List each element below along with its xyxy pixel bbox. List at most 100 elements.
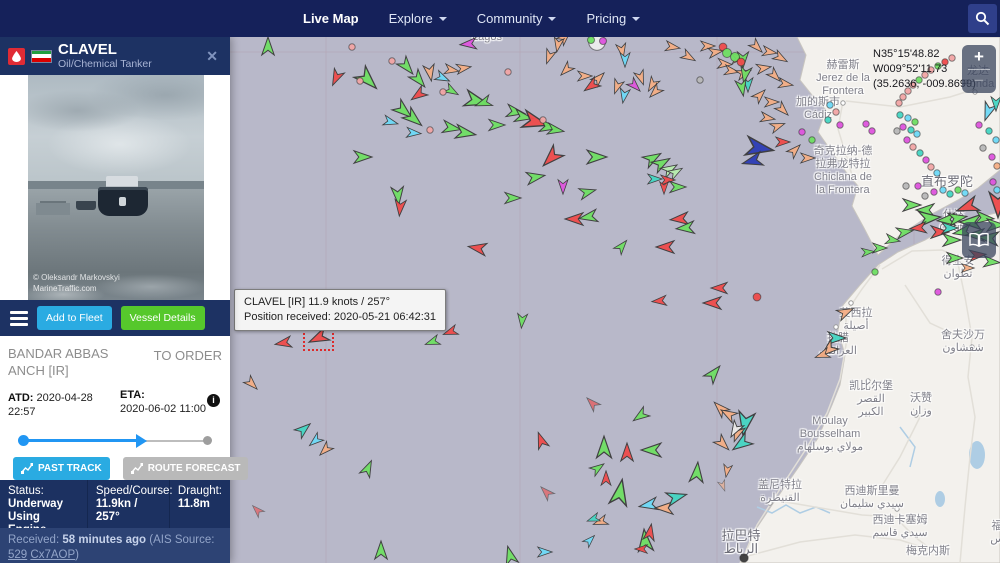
map-guides-button[interactable] bbox=[962, 222, 996, 258]
vessel-marker[interactable] bbox=[406, 127, 421, 138]
vessel-dot[interactable] bbox=[928, 164, 934, 170]
vessel-marker[interactable] bbox=[885, 234, 901, 246]
vessel-marker[interactable] bbox=[711, 282, 727, 293]
vessel-marker[interactable] bbox=[262, 37, 274, 55]
vessel-marker[interactable] bbox=[274, 336, 292, 350]
vessel-marker[interactable] bbox=[408, 86, 428, 104]
ais-source-station[interactable]: Cx7AOP bbox=[30, 549, 75, 561]
vessel-dot[interactable] bbox=[986, 128, 992, 134]
vessel-marker[interactable] bbox=[360, 458, 377, 477]
vessel-marker[interactable] bbox=[646, 83, 663, 100]
vessel-marker[interactable] bbox=[760, 112, 776, 124]
vessel-dot[interactable] bbox=[869, 128, 875, 134]
vessel-marker[interactable] bbox=[801, 153, 815, 163]
vessel-marker[interactable] bbox=[713, 434, 732, 453]
menu-icon[interactable] bbox=[10, 311, 28, 326]
vessel-marker[interactable] bbox=[328, 68, 345, 87]
vessel-marker[interactable] bbox=[383, 115, 399, 128]
vessel-dot[interactable] bbox=[993, 137, 999, 143]
vessel-dot[interactable] bbox=[697, 77, 703, 83]
vessel-dot[interactable] bbox=[587, 37, 594, 44]
vessel-marker[interactable] bbox=[766, 67, 783, 84]
vessel-marker[interactable] bbox=[741, 152, 764, 170]
vessel-dot[interactable] bbox=[897, 112, 903, 118]
add-to-fleet-button[interactable]: Add to Fleet bbox=[37, 306, 112, 330]
vessel-marker[interactable] bbox=[294, 420, 314, 439]
vessel-marker[interactable] bbox=[630, 407, 650, 425]
vessel-marker[interactable] bbox=[836, 304, 855, 321]
vessel-marker[interactable] bbox=[249, 502, 264, 517]
vessel-marker[interactable] bbox=[722, 464, 733, 478]
vessel-marker[interactable] bbox=[455, 125, 477, 142]
info-icon[interactable]: i bbox=[207, 394, 220, 407]
vessel-dot[interactable] bbox=[904, 137, 910, 143]
vessel-dot[interactable] bbox=[914, 131, 920, 137]
vessel-marker[interactable] bbox=[774, 101, 791, 118]
vessel-marker[interactable] bbox=[947, 252, 963, 263]
vessel-marker[interactable] bbox=[526, 169, 546, 184]
vessel-photo[interactable]: © Oleksandr Markovskyi MarineTraffic.com bbox=[28, 75, 204, 300]
vessel-marker[interactable] bbox=[641, 443, 661, 457]
vessel-marker[interactable] bbox=[618, 88, 630, 104]
vessel-dot[interactable] bbox=[917, 150, 923, 156]
vessel-dot[interactable] bbox=[827, 102, 833, 108]
vessel-marker[interactable] bbox=[467, 240, 487, 255]
vessel-marker[interactable] bbox=[537, 483, 554, 500]
vessel-marker[interactable] bbox=[765, 97, 779, 107]
vessel-marker[interactable] bbox=[689, 462, 704, 483]
vessel-marker[interactable] bbox=[538, 145, 564, 171]
vessel-dot[interactable] bbox=[990, 179, 996, 185]
vessel-marker[interactable] bbox=[770, 119, 787, 133]
vessel-dot[interactable] bbox=[931, 189, 937, 195]
vessel-marker[interactable] bbox=[558, 180, 568, 194]
vessel-marker[interactable] bbox=[665, 41, 681, 53]
route-forecast-button[interactable]: ROUTE FORECAST bbox=[123, 457, 249, 480]
close-icon[interactable]: ✕ bbox=[202, 48, 222, 65]
vessel-marker[interactable] bbox=[609, 478, 630, 506]
vessel-marker[interactable] bbox=[680, 49, 697, 65]
vessel-marker[interactable] bbox=[601, 471, 611, 485]
vessel-marker[interactable] bbox=[375, 541, 387, 559]
vessel-dot[interactable] bbox=[905, 115, 911, 121]
vessel-dot[interactable] bbox=[599, 37, 606, 44]
vessel-marker[interactable] bbox=[703, 362, 724, 384]
vessel-marker[interactable] bbox=[786, 141, 803, 158]
vessel-marker[interactable] bbox=[597, 436, 612, 458]
vessel-marker[interactable] bbox=[669, 212, 688, 226]
vessel-marker[interactable] bbox=[989, 192, 1000, 217]
vessel-marker[interactable] bbox=[589, 460, 606, 476]
vessel-marker[interactable] bbox=[670, 181, 686, 192]
vessel-marker[interactable] bbox=[614, 237, 631, 254]
vessel-dot[interactable] bbox=[955, 187, 961, 193]
vessel-dot[interactable] bbox=[737, 58, 745, 66]
vessel-marker[interactable] bbox=[316, 441, 333, 458]
vessel-dot[interactable] bbox=[753, 293, 761, 301]
vessel-marker[interactable] bbox=[778, 78, 794, 90]
vessel-dot[interactable] bbox=[389, 58, 395, 64]
vessel-marker[interactable] bbox=[424, 335, 441, 349]
vessel-marker[interactable] bbox=[583, 394, 600, 411]
vessel-dot[interactable] bbox=[825, 117, 831, 123]
vessel-marker[interactable] bbox=[943, 234, 961, 246]
vessel-marker[interactable] bbox=[656, 241, 674, 253]
vessel-dot[interactable] bbox=[872, 269, 878, 275]
vessel-dot[interactable] bbox=[505, 69, 511, 75]
vessel-dot[interactable] bbox=[837, 122, 843, 128]
vessel-marker[interactable] bbox=[579, 185, 598, 200]
vessel-marker[interactable] bbox=[505, 192, 521, 203]
vessel-dot[interactable] bbox=[940, 187, 946, 193]
vessel-marker[interactable] bbox=[456, 62, 472, 74]
vessel-dot[interactable] bbox=[962, 190, 968, 196]
vessel-marker[interactable] bbox=[489, 119, 505, 130]
vessel-marker[interactable] bbox=[651, 295, 666, 306]
vessel-dot[interactable] bbox=[894, 128, 900, 134]
vessel-marker[interactable] bbox=[776, 137, 790, 147]
vessel-marker[interactable] bbox=[587, 150, 607, 164]
vessel-marker[interactable] bbox=[638, 497, 658, 512]
vessel-dot[interactable] bbox=[947, 191, 953, 197]
vessel-marker[interactable] bbox=[542, 49, 556, 66]
vessel-marker[interactable] bbox=[516, 313, 527, 328]
vessel-marker[interactable] bbox=[703, 297, 721, 309]
vessel-marker[interactable] bbox=[861, 247, 874, 257]
vessel-dot[interactable] bbox=[934, 170, 940, 176]
